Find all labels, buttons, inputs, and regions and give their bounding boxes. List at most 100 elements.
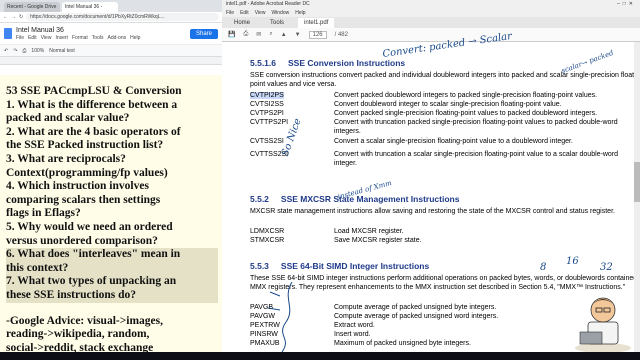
window-controls[interactable]: –□✕ [617,0,640,9]
instruction-row: STMXCSR Save MXCSR register state. [250,237,634,246]
page-up-icon[interactable]: ▲ [281,32,287,38]
streamer-avatar [575,297,631,353]
doc-line-highlighted: 6. What does "interleaves" mean in [6,248,218,262]
ink-8: 8 [540,262,547,273]
instruction-row: CVTSI2SS Convert doubleword integer to sc… [250,101,634,110]
doc-advice-line: reading->wikipedia, random, [6,328,150,341]
doc-advice: -Google Advice: visual->images, reading->… [6,315,218,356]
instruction-mnemonic: CVTTPS2PI [250,119,289,126]
menu-edit[interactable]: Edit [28,35,37,41]
print-icon[interactable]: ⎙ [22,48,26,54]
doc-line: packed and scalar value? [6,112,130,125]
tab-home[interactable]: Home [228,18,256,28]
tab-pdf[interactable]: intel1.pdf [298,18,335,28]
print-icon[interactable]: ⎙ [243,31,248,38]
doc-title[interactable]: Intel Manual 36 [16,27,140,34]
section-heading-conversion: 5.5.1.6 SSE Conversion Instructions [250,58,406,68]
browser-tabstrip: Recent - Google Drive Intel Manual 36 - [0,0,222,12]
ink-scribble [267,281,293,353]
doc-line-highlighted: this context? [6,261,218,276]
back-icon[interactable]: ← [3,14,8,20]
docs-logo-icon[interactable] [4,28,12,39]
instruction-mnemonic: CVTPI2PS [250,92,284,99]
google-docs-window: Recent - Google Drive Intel Manual 36 - … [0,0,222,360]
window-title: intel1.pdf - Adobe Acrobat Reader DC [226,1,310,7]
doc-line: comparing scalars then settings [6,193,161,206]
menu-insert[interactable]: Insert [55,35,68,41]
forward-icon[interactable]: → [11,14,16,20]
address-bar: ← → ↻ https://docs.google.com/document/d… [0,12,222,23]
menu-view[interactable]: View [41,35,52,41]
zoom-select[interactable]: 100% [31,48,44,54]
undo-icon[interactable]: ↶ [4,48,8,54]
doc-toolbar: ↶ ↷ ⎙ 100% Normal text [0,45,222,57]
instruction-mnemonic: LDMXCSR [250,228,285,235]
search-icon[interactable]: ⌕ [269,31,272,38]
doc-advice-line: -Google Advice: visual->images, [6,314,163,327]
page-total: / 482 [334,31,348,38]
doc-line: flags in Eflags? [6,207,81,220]
pdf-scrollbar[interactable] [634,42,640,360]
instruction-description: Convert doubleword integer to scalar sin… [334,101,562,108]
menu-addons[interactable]: Add-ons [107,35,126,41]
ink-16: 16 [566,256,579,267]
instruction-description: Save MXCSR register state. [334,237,422,244]
doc-menubar: File Edit View Insert Format Tools Add-o… [16,35,140,41]
ac-menu-file[interactable]: File [226,9,234,17]
instruction-row: CVTSS2SI Convert a scalar single-precisio… [250,138,634,147]
instruction-row: CVTPS2PI Convert packed single-precision … [250,110,634,119]
save-icon[interactable]: 💾 [228,31,235,38]
instruction-description: Load MXCSR register. [334,228,404,235]
menu-help[interactable]: Help [130,35,140,41]
instruction-mnemonic: CVTSI2SS [250,101,284,108]
doc-line-highlighted: these SSE instructions do? [6,288,218,303]
instruction-mnemonic: CVTPS2PI [250,110,284,117]
redo-icon[interactable]: ↷ [13,48,17,54]
doc-line: versus unordered comparison? [6,234,158,247]
instruction-row: CVTTSS2SI Convert with truncation a scala… [250,151,634,168]
section-heading-simd: 5.5.3 SSE 64-Bit SIMD Integer Instruction… [250,261,430,271]
ac-menu-window[interactable]: Window [271,9,289,17]
instruction-description: Convert packed single-precision floating… [334,110,598,117]
taskbar [0,352,640,360]
url-field[interactable]: https://docs.google.com/document/d/1PbXy… [26,13,219,21]
instruction-description: Convert a scalar single-precision floati… [334,138,573,145]
menu-file[interactable]: File [16,35,24,41]
scroll-thumb[interactable] [634,162,640,202]
instruction-row: LDMXCSR Load MXCSR register. [250,228,634,237]
reload-icon[interactable]: ↻ [19,14,23,20]
ac-menu-help[interactable]: Help [295,9,305,17]
doc-line: 2. What are the 4 basic operators of [6,125,181,138]
doc-line: 4. Which instruction involves [6,180,149,193]
para-conversion: SSE conversion instructions convert pack… [250,72,640,88]
doc-line-highlighted: 7. What two types of unpacking an [6,275,218,289]
menu-format[interactable]: Format [72,35,88,41]
ruler [0,57,222,65]
instruction-mnemonic: CVTSS2SI [250,138,284,145]
acrobat-window: intel1.pdf - Adobe Acrobat Reader DC –□✕… [222,0,640,360]
instruction-row: CVTPI2PS Convert packed doubleword intege… [250,92,634,101]
menu-tools[interactable]: Tools [92,35,104,41]
doc-line: Context(programming/fp values) [6,166,168,179]
instruction-mnemonic: STMXCSR [250,237,285,244]
page-down-icon[interactable]: ▼ [295,32,301,38]
doc-body[interactable]: 53 SSE PACcmpLSU & Conversion 1. What is… [0,75,222,360]
browser-tab-doc[interactable]: Intel Manual 36 - [62,2,118,12]
mail-icon[interactable]: ✉ [256,31,261,38]
acrobat-tabs: Home Tools intel1.pdf [222,17,640,28]
ac-menu-view[interactable]: View [255,9,266,17]
doc-line: the SSE Packed instruction list? [6,139,164,152]
browser-tab-drive[interactable]: Recent - Google Drive [4,2,60,12]
instruction-mnemonic: CVTTSS2SI [250,151,289,158]
instruction-row: CVTTPS2PI Convert with truncation packed … [250,119,634,136]
instruction-description: Convert with truncation packed single-pr… [334,119,618,135]
acrobat-menubar: File Edit View Window Help [222,9,640,17]
style-select[interactable]: Normal text [49,48,75,54]
ac-menu-edit[interactable]: Edit [240,9,249,17]
section-heading-mxcsr: 5.5.2 SSE MXCSR State Management Instruct… [250,194,460,204]
page-number-input[interactable]: 126 [308,30,327,39]
acrobat-toolbar: 💾 ⎙ ✉ ⌕ ▲ ▼ 126 / 482 [222,28,640,42]
tab-tools[interactable]: Tools [264,18,290,28]
instruction-description: Convert packed doubleword integers to pa… [334,92,598,99]
share-button[interactable]: Share [189,28,218,39]
